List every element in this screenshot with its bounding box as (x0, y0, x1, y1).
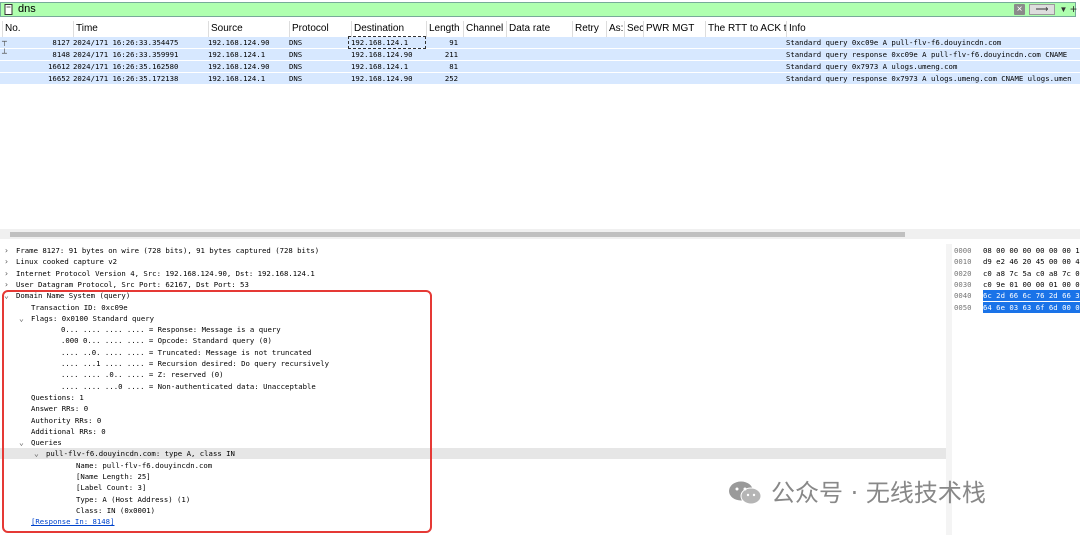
packet-cell-proto: DNS (289, 38, 303, 47)
packet-cell-len: 211 (444, 50, 458, 59)
packet-cell-len: 81 (449, 62, 458, 71)
watermark-text: 公众号 · 无线技术栈 (771, 479, 986, 507)
packet-list-header: No. Time Source Protocol Destination Length Ch… (0, 21, 1080, 38)
highlight-annotation-box (2, 290, 432, 533)
column-header[interactable]: Channel (463, 21, 506, 37)
packet-cell-src: 192.168.124.1 (208, 74, 266, 83)
hex-bytes[interactable]: 64 6e 03 63 6f 6d 00 0 (983, 301, 1080, 313)
expand-arrow-icon[interactable]: › (4, 268, 9, 279)
detail-tree-item[interactable]: › Internet Protocol Version 4, Src: 192.1… (0, 268, 946, 279)
packet-cell-src: 192.168.124.90 (208, 62, 270, 71)
scrollbar-thumb[interactable] (10, 232, 905, 237)
column-header[interactable]: Data rate (506, 21, 572, 37)
hex-offset: 0000 (954, 246, 972, 255)
clear-filter-icon[interactable]: × (1014, 4, 1025, 15)
request-marker-icon: ┬ (2, 37, 7, 46)
detail-tree-item[interactable]: › Frame 8127: 91 bytes on wire (728 bits)… (0, 245, 946, 256)
detail-tree-item[interactable]: › Linux cooked capture v2 (0, 256, 946, 267)
column-header[interactable]: Length (426, 21, 463, 37)
display-filter-text[interactable]: dns (18, 3, 36, 16)
response-marker-icon: ┴ (2, 49, 7, 58)
packet-row[interactable]: ┴ 8148 2024/171 16:26:33.359991 192.168.124… (0, 49, 1080, 60)
packet-cell-no: 16652 (48, 74, 70, 83)
packet-cell-src: 192.168.124.90 (208, 38, 270, 47)
hex-bytes[interactable]: d9 e2 46 20 45 00 00 4 (983, 256, 1080, 267)
column-header[interactable]: PWR MGT (643, 21, 705, 37)
packet-cell-dst: 192.168.124.1 (348, 36, 426, 49)
packet-cell-no: 8127 (52, 38, 70, 47)
display-filter-bar: dns × ⟶ ▼ + (0, 0, 1080, 19)
column-header[interactable]: Time (73, 21, 208, 37)
column-header[interactable]: Sec (624, 21, 643, 37)
column-header[interactable]: As: (606, 21, 624, 37)
expand-arrow-icon[interactable]: › (4, 279, 9, 290)
hex-offset: 0010 (954, 257, 972, 267)
detail-text: User Datagram Protocol, Src Port: 62167,… (16, 279, 249, 289)
detail-text: Internet Protocol Version 4, Src: 192.16… (16, 268, 315, 278)
packet-cell-info: Standard query 0xc09e A pull-flv-f6.douy… (786, 38, 1002, 47)
column-header[interactable]: Retry (572, 21, 606, 37)
packet-list-horizontal-scrollbar[interactable] (0, 229, 1080, 239)
column-header[interactable]: Info (786, 21, 1080, 37)
packet-cell-no: 8148 (52, 50, 70, 59)
column-header[interactable]: The RTT to ACK th (705, 21, 786, 37)
hex-offset: 0050 (954, 302, 972, 312)
packet-row[interactable]: ┬ 8127 2024/171 16:26:33.354475 192.168.124… (0, 36, 1080, 49)
detail-text: Frame 8127: 91 bytes on wire (728 bits),… (16, 246, 320, 255)
expand-arrow-icon[interactable]: › (4, 245, 9, 256)
packet-cell-time: 2024/171 16:26:35.172138 (73, 74, 179, 83)
packet-cell-proto: DNS (289, 62, 303, 71)
packet-cell-info: Standard query response 0xc09e A pull-fl… (786, 50, 1068, 59)
expand-arrow-icon[interactable]: › (4, 256, 9, 267)
column-header[interactable]: Protocol (289, 21, 351, 37)
column-header[interactable]: No. (2, 21, 73, 37)
packet-row[interactable]: 16652 2024/171 16:26:35.172138 192.168.124… (0, 73, 1080, 84)
packet-cell-dst: 192.168.124.1 (351, 62, 409, 71)
packet-row[interactable]: 16612 2024/171 16:26:35.162580 192.168.124… (0, 61, 1080, 72)
packet-cell-src: 192.168.124.1 (208, 50, 266, 59)
packet-cell-no: 16612 (48, 62, 70, 71)
hex-bytes[interactable]: 6c 2d 66 6c 76 2d 66 3 (983, 290, 1080, 302)
packet-cell-info: Standard query response 0x7973 A ulogs.u… (786, 74, 1072, 83)
apply-filter-button[interactable]: ⟶ (1029, 4, 1055, 15)
packet-cell-len: 91 (449, 38, 458, 47)
add-filter-button-icon[interactable]: + (1070, 3, 1077, 16)
detail-text: Linux cooked capture v2 (16, 257, 118, 267)
packet-cell-proto: DNS (289, 74, 303, 83)
hex-offset: 0030 (954, 279, 972, 289)
bookmark-icon[interactable] (4, 4, 13, 15)
display-filter-input[interactable]: dns × ⟶ ▼ + (0, 2, 1077, 17)
hex-offset: 0020 (954, 268, 972, 278)
packet-cell-time: 2024/171 16:26:33.354475 (73, 38, 179, 47)
hex-bytes[interactable]: c0 9e 01 00 00 01 00 0 (983, 279, 1080, 290)
column-header[interactable]: Source (208, 21, 289, 37)
packet-cell-len: 252 (444, 74, 458, 83)
hex-bytes[interactable]: c0 a8 7c 5a c0 a8 7c 0 (983, 268, 1080, 279)
hex-bytes[interactable]: 08 00 00 00 00 00 00 1 (983, 245, 1080, 256)
packet-cell-dst: 192.168.124.90 (351, 50, 413, 59)
hex-offset: 0040 (954, 291, 972, 301)
filter-history-dropdown-icon[interactable]: ▼ (1058, 4, 1069, 15)
packet-cell-dst: 192.168.124.90 (351, 74, 413, 83)
packet-cell-time: 2024/171 16:26:33.359991 (73, 50, 179, 59)
column-header[interactable]: Destination (351, 21, 426, 37)
packet-cell-proto: DNS (289, 50, 303, 59)
wechat-icon (729, 481, 762, 505)
packet-cell-info: Standard query 0x7973 A ulogs.umeng.com (786, 62, 958, 71)
detail-tree-item[interactable]: › User Datagram Protocol, Src Port: 62167… (0, 279, 946, 290)
packet-cell-time: 2024/171 16:26:35.162580 (73, 62, 179, 71)
